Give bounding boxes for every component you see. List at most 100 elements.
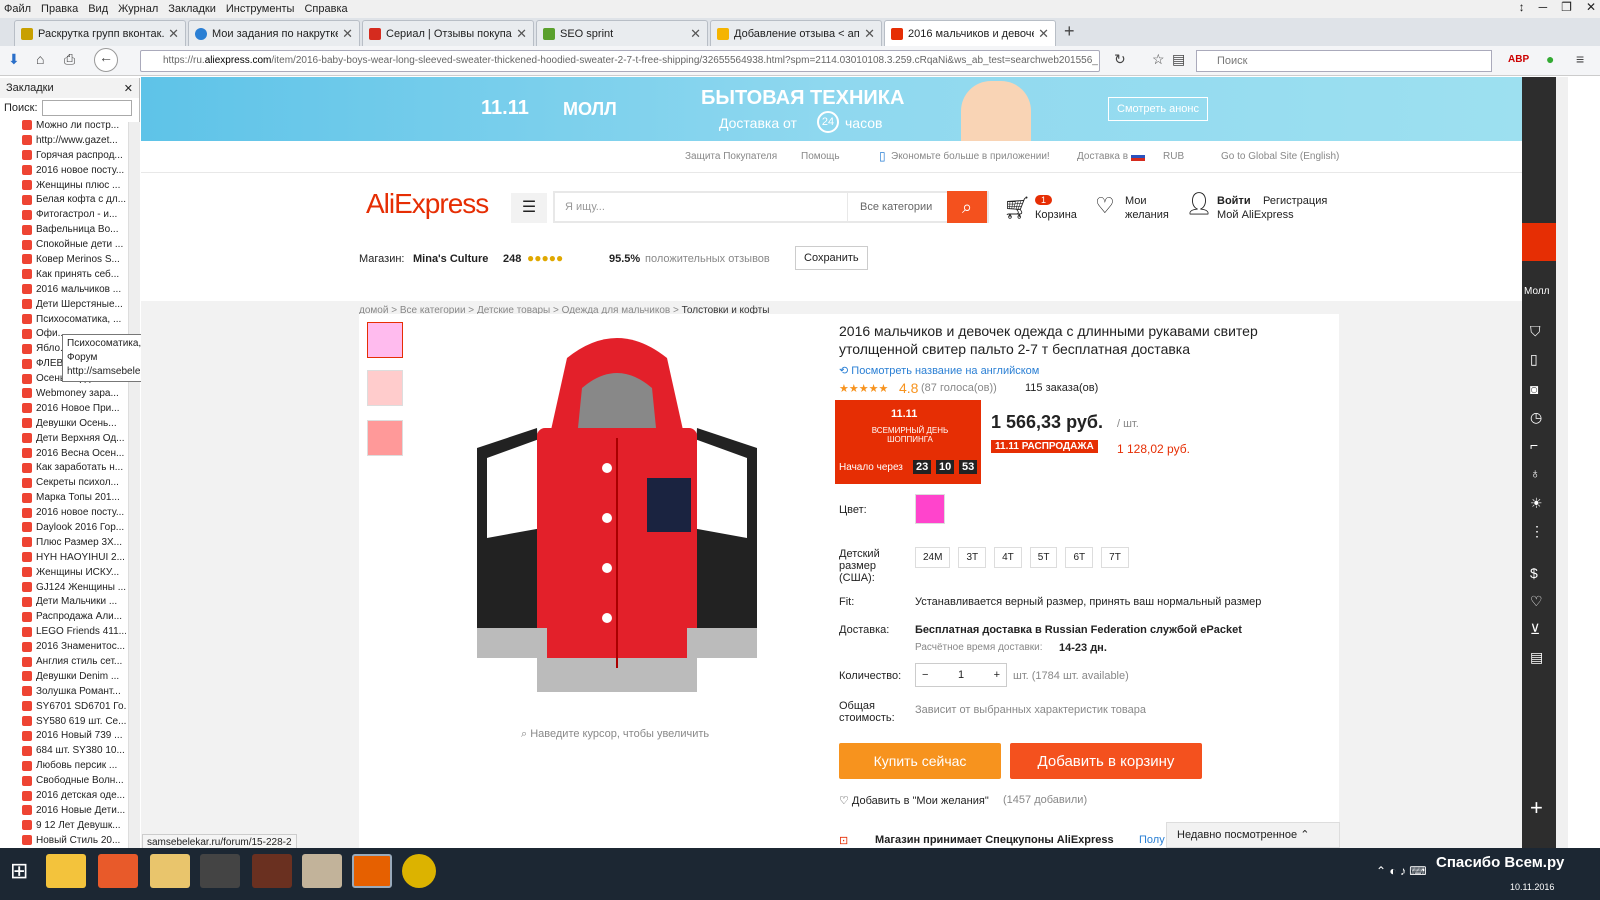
bookmark-item[interactable]: Золушка Романт... (0, 684, 126, 699)
user-icon[interactable]: 👤︎ (1185, 191, 1213, 217)
main-search-input[interactable]: Я ищу... Все категории (553, 191, 989, 223)
size-option[interactable]: 24M (915, 547, 951, 568)
bookmark-item[interactable]: 2016 Весна Осен... (0, 446, 126, 461)
mall-11-icon[interactable] (1522, 223, 1556, 261)
bookmark-item[interactable]: Ковер Merinos S... (0, 252, 126, 267)
bookmark-item[interactable]: Белая кофта с дл... (0, 192, 126, 207)
menu-file[interactable]: Файл (4, 3, 31, 15)
tab-close-icon[interactable]: ✕ (516, 26, 527, 42)
banner-button[interactable]: Смотреть анонс (1108, 97, 1209, 121)
bookmark-item[interactable]: 2016 мальчиков ... (0, 282, 126, 297)
tray-icons[interactable]: ⌃ ◐ ♪ ⌨ (1376, 864, 1427, 878)
wishlist-line1[interactable]: Мои (1125, 195, 1147, 207)
product-image[interactable] (447, 328, 787, 708)
tab-aliexpress[interactable]: 2016 мальчиков и девоче... ✕ (884, 20, 1056, 46)
save-store-button[interactable]: Сохранить (795, 246, 868, 270)
bookmark-item[interactable]: Любовь персик ... (0, 758, 126, 773)
bookmark-item[interactable]: SY6701 SD6701 Го... (0, 699, 126, 714)
bookmark-item[interactable]: HYH HAOYIHUI 2... (0, 550, 126, 565)
cart-icon[interactable]: 🛒︎ (1003, 195, 1031, 221)
bookmark-item[interactable]: LEGO Friends 411... (0, 624, 126, 639)
bookmark-item[interactable]: Фитогастрол - и... (0, 207, 126, 222)
bookmark-item[interactable]: Как принять себ... (0, 267, 126, 282)
back-icon[interactable]: ← (94, 48, 118, 72)
my-aliexpress-link[interactable]: Мой AliExpress (1217, 209, 1294, 221)
shoe-icon[interactable]: ⌐ (1530, 437, 1538, 453)
cart-side-icon[interactable]: ⊻ (1530, 621, 1540, 638)
bulb-icon[interactable]: ☀ (1530, 495, 1543, 512)
phone-category-icon[interactable]: ▯ (1530, 351, 1538, 368)
wot-app-icon[interactable] (200, 854, 240, 888)
translate-link[interactable]: ⟲ Посмотреть название на английском (839, 364, 1039, 377)
store-rating-text[interactable]: положительных отзывов (645, 253, 770, 265)
tab-close-icon[interactable]: ✕ (690, 26, 701, 42)
shipping-text[interactable]: Бесплатная доставка в Russian Federation… (915, 624, 1242, 636)
camera-icon[interactable]: ◙ (1530, 381, 1538, 397)
puzzle-app-icon[interactable] (98, 854, 138, 888)
register-link[interactable]: Регистрация (1263, 195, 1327, 207)
firefox-app-icon[interactable] (352, 854, 392, 888)
quantity-stepper[interactable]: − 1 + (915, 663, 1007, 687)
close-window-icon[interactable]: ✕ (1586, 0, 1596, 14)
bookmark-item[interactable]: http://www.gazet... (0, 133, 126, 148)
bookmark-item[interactable]: Распродажа Али... (0, 609, 126, 624)
bookmark-item[interactable]: Дети Мальчики ... (0, 595, 126, 610)
orders-side-icon[interactable]: ▤ (1530, 649, 1543, 666)
bookmark-item[interactable]: Вафельница Во... (0, 222, 126, 237)
bookmark-item[interactable]: Новый Стиль 20... (0, 833, 126, 848)
maximize-icon[interactable]: ❐ (1561, 0, 1572, 14)
bookmark-item[interactable]: Марка Топы 201... (0, 490, 126, 505)
reload-icon[interactable]: ↻ (1114, 51, 1126, 68)
buyer-protection-link[interactable]: Защита Покупателя (685, 151, 777, 162)
thumbnail-2[interactable] (367, 370, 403, 406)
hamburger-menu-icon[interactable]: ≡ (1576, 51, 1584, 67)
tab-add-review[interactable]: Добавление отзыва < ап... ✕ (710, 20, 882, 46)
app-link[interactable]: Экономьте больше в приложении! (891, 151, 1050, 162)
browser-search-input[interactable]: Поиск (1196, 50, 1492, 72)
tshirt-icon[interactable]: ⛉ (1530, 323, 1541, 340)
currency-link[interactable]: RUB (1163, 151, 1184, 162)
menu-help[interactable]: Справка (304, 3, 347, 15)
bookmark-item[interactable]: Девушки Denim ... (0, 669, 126, 684)
tab-vk-promo[interactable]: Раскрутка групп вконтак... ✕ (14, 20, 186, 46)
minus-icon[interactable]: − (922, 669, 928, 681)
bookmark-item[interactable]: Daylook 2016 Гор... (0, 520, 126, 535)
restore-arrows-icon[interactable]: ↕ (1519, 0, 1525, 14)
add-side-icon[interactable]: + (1530, 795, 1543, 821)
bookmark-item[interactable]: 2016 новое посту... (0, 163, 126, 178)
page-scrollbar[interactable] (1556, 77, 1568, 848)
bookmark-item[interactable]: 2016 новое посту... (0, 505, 126, 520)
bottle-icon[interactable]: ♁ (1530, 465, 1541, 481)
bookmark-item[interactable]: 2016 Новое При... (0, 401, 126, 416)
new-tab-icon[interactable]: + (1064, 21, 1075, 42)
bookmark-item[interactable]: 2016 Новый 739 ... (0, 729, 126, 744)
bookmark-item[interactable]: Спокойные дети ... (0, 237, 126, 252)
menu-tools[interactable]: Инструменты (226, 3, 295, 15)
nvidia-app-icon[interactable] (302, 854, 342, 888)
help-link[interactable]: Помощь (801, 151, 840, 162)
tab-close-icon[interactable]: ✕ (1038, 26, 1049, 42)
watch-icon[interactable]: ◷ (1530, 409, 1542, 426)
wishlist-side-icon[interactable]: ♡ (1530, 593, 1543, 610)
aliexpress-logo[interactable]: AliExpress (366, 188, 489, 220)
mail-app-icon[interactable] (46, 854, 86, 888)
windows-start-icon[interactable]: ⊞ (10, 858, 28, 884)
bookmark-item[interactable]: Дети Верхняя Од... (0, 431, 126, 446)
sidebar-search-input[interactable] (41, 100, 132, 116)
cart-link[interactable]: Корзина (1035, 209, 1077, 221)
tab-close-icon[interactable]: ✕ (168, 26, 179, 42)
folder-app-icon[interactable] (150, 854, 190, 888)
size-option[interactable]: 7T (1101, 547, 1129, 568)
color-swatch[interactable] (915, 494, 945, 524)
tab-tasks[interactable]: Мои задания по накрутке ✕ (188, 20, 360, 46)
minimize-icon[interactable]: ─ (1539, 0, 1548, 14)
add-wishlist-link[interactable]: ♡ Добавить в "Мои желания" (839, 794, 989, 807)
promo-banner[interactable]: 11.11 МОЛЛ БЫТОВАЯ ТЕХНИКА Доставка от 2… (141, 77, 1522, 141)
thumbnail-1[interactable] (367, 322, 403, 358)
bookmark-item[interactable]: 9 12 Лет Девушк... (0, 818, 126, 833)
extension-icon[interactable]: ● (1546, 51, 1554, 67)
categories-dropdown[interactable]: Все категории (847, 193, 932, 221)
more-dots-icon[interactable]: ⋮ (1530, 523, 1544, 540)
tab-close-icon[interactable]: ✕ (342, 26, 353, 42)
bookmark-item[interactable]: GJ124 Женщины ... (0, 580, 126, 595)
